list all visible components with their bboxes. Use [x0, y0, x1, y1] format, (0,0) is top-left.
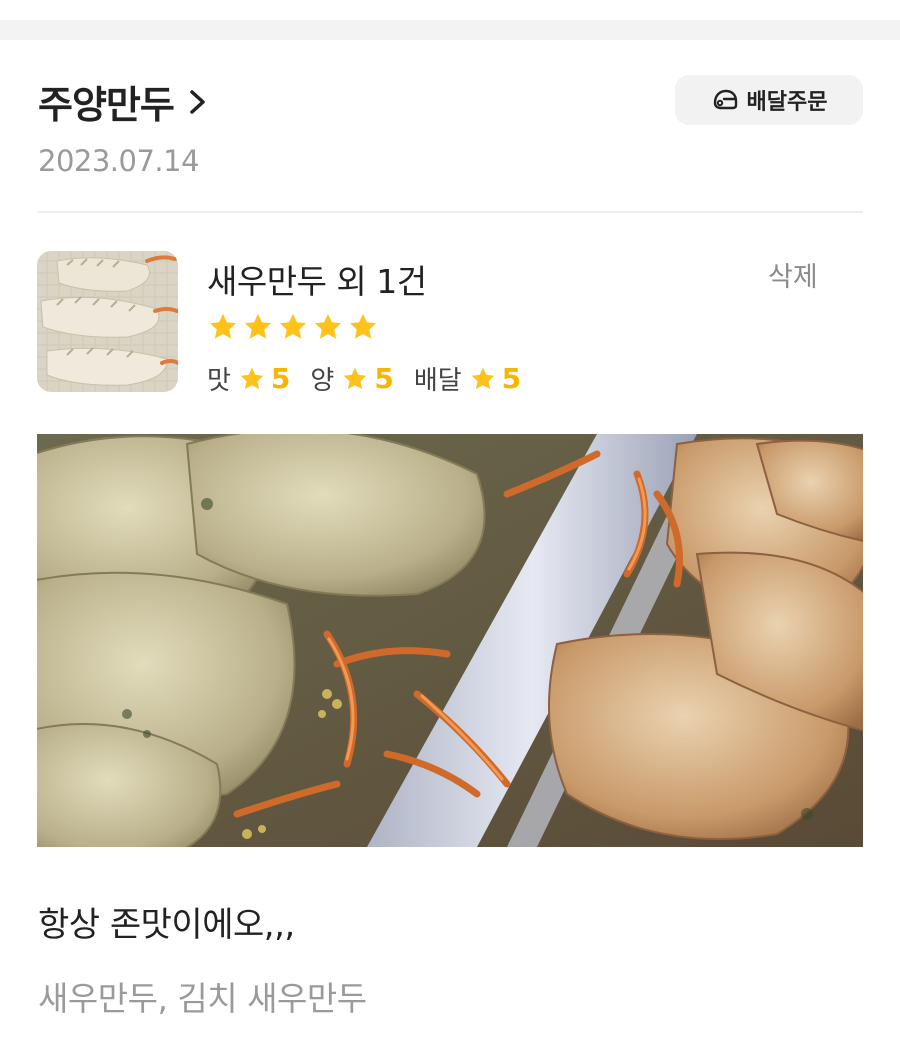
star-icon	[315, 313, 341, 339]
star-icon	[350, 313, 376, 339]
review-card: 주양만두 배달주문 2023.07.14 새우만두 외 1건 삭제 맛 5 양 …	[0, 0, 900, 1018]
store-name-link[interactable]: 주양만두	[38, 74, 208, 129]
review-date: 2023.07.14	[38, 144, 200, 178]
chevron-right-icon	[190, 89, 205, 114]
sub-ratings: 맛 5 양 5 배달 5	[207, 360, 541, 397]
taste-rating-value: 5	[270, 362, 291, 395]
menu-thumbnail[interactable]	[37, 251, 178, 392]
quantity-rating-label: 양	[310, 366, 335, 396]
star-icon	[280, 313, 306, 339]
star-icon	[210, 313, 236, 339]
review-menu-title: 새우만두 외 1건	[207, 262, 427, 301]
delivery-helmet-icon	[713, 89, 737, 110]
divider	[38, 211, 863, 213]
delivery-rating: 배달 5	[414, 360, 521, 397]
delivery-order-button[interactable]: 배달주문	[675, 75, 863, 125]
taste-rating-label: 맛	[207, 366, 231, 396]
star-icon	[344, 367, 367, 389]
store-name: 주양만두	[38, 83, 175, 127]
star-icon	[240, 367, 264, 389]
delete-button[interactable]: 삭제	[768, 255, 818, 294]
delivery-rating-label: 배달	[413, 366, 462, 396]
delivery-rating-value: 5	[501, 362, 522, 395]
quantity-rating: 양 5	[310, 360, 393, 397]
star-icon	[245, 313, 271, 339]
ordered-menus: 새우만두, 김치 새우만두	[38, 979, 367, 1018]
review-text: 항상 존맛이에오,,,	[38, 905, 295, 945]
taste-rating: 맛 5	[207, 360, 290, 397]
review-photo[interactable]	[37, 434, 863, 847]
overall-rating	[208, 312, 378, 342]
quantity-rating-value: 5	[374, 362, 394, 395]
delivery-order-label: 배달주문	[746, 90, 828, 115]
star-icon	[471, 367, 494, 389]
